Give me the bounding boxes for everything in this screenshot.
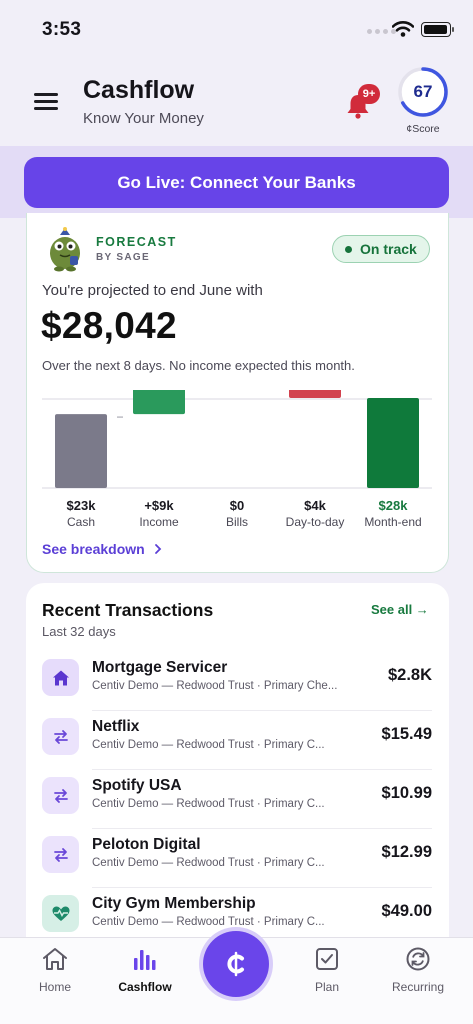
transaction-amount: $15.49 [381, 725, 432, 743]
transaction-name: Peloton Digital [92, 836, 201, 853]
page-title: Cashflow [83, 76, 195, 104]
transaction-amount: $2.8K [387, 666, 432, 684]
transaction-meta: Centiv Demo — Redwood Trust · Primary C.… [92, 739, 325, 751]
transaction-row[interactable]: Spotify USA Centiv Demo — Redwood Trust … [42, 771, 432, 829]
score-label: ¢Score [406, 123, 440, 135]
chevron-right-icon [154, 544, 161, 554]
notification-badge: 9+ [358, 84, 380, 104]
transaction-amount: $49.00 [381, 902, 432, 920]
transaction-meta: Centiv Demo — Redwood Trust · Primary C.… [92, 916, 325, 928]
transaction-meta: Centiv Demo — Redwood Trust · Primary C.… [92, 798, 325, 810]
sage-avatar-icon [50, 227, 80, 272]
transactions-subtitle: Last 32 days [42, 624, 116, 639]
see-all-link[interactable]: See all → [371, 602, 429, 617]
tab-recurring-label: Recurring [391, 980, 445, 994]
tab-plan-label: Plan [314, 980, 340, 994]
transaction-name: Netflix [92, 718, 140, 735]
divider [92, 828, 432, 829]
chart-category-label: Bills [226, 515, 248, 529]
transaction-name: City Gym Membership [92, 895, 256, 912]
checkbox-icon [316, 948, 338, 970]
tab-home-label: Home [38, 980, 71, 994]
status-badge: On track [332, 235, 430, 263]
score-ring[interactable]: 67 [397, 66, 449, 118]
house-icon [42, 659, 79, 696]
tab-cashflow-label: Cashflow [118, 980, 172, 994]
transaction-meta: Centiv Demo — Redwood Trust · Primary C.… [92, 857, 325, 869]
notifications-button[interactable]: 9+ [345, 84, 380, 119]
see-breakdown-label: See breakdown [42, 541, 145, 557]
transaction-amount: $10.99 [381, 784, 432, 802]
chart-category-label: Cash [67, 515, 95, 529]
heartbeat-icon [42, 895, 79, 932]
forecast-title: FORECAST [96, 235, 177, 249]
recurring-arrows-icon [42, 777, 79, 814]
transaction-amount: $12.99 [381, 843, 432, 861]
chart-category-label: Month-end [364, 515, 421, 529]
bar-cash [55, 414, 107, 488]
page-subtitle: Know Your Money [83, 110, 204, 127]
home-icon [43, 948, 67, 970]
cent-icon [227, 951, 244, 977]
center-action-button[interactable] [203, 931, 269, 997]
chart-value-label: $23k [67, 498, 97, 513]
bar-day-to-day [289, 390, 341, 398]
status-bar: 3:53 [0, 0, 473, 56]
chart-category-label: Income [139, 515, 179, 529]
divider [92, 710, 432, 711]
transaction-row[interactable]: Mortgage Servicer Centiv Demo — Redwood … [42, 653, 432, 711]
transaction-row[interactable]: Netflix Centiv Demo — Redwood Trust · Pr… [42, 712, 432, 770]
tab-home[interactable]: Home [15, 946, 95, 1006]
status-time: 3:53 [42, 19, 82, 40]
recurring-arrows-icon [42, 836, 79, 873]
chart-value-label: $0 [230, 498, 244, 513]
score-value: 67 [413, 82, 433, 101]
projection-note: Over the next 8 days. No income expected… [42, 358, 355, 373]
projection-text: You're projected to end June with [42, 282, 263, 299]
chart-value-label: $4k [304, 498, 326, 513]
status-dot-icon [345, 246, 352, 253]
bar-month-end [367, 398, 419, 488]
status-badge-label: On track [360, 241, 417, 257]
forecast-byline: BY SAGE [96, 252, 150, 263]
transaction-row[interactable]: Peloton Digital Centiv Demo — Redwood Tr… [42, 830, 432, 888]
divider [92, 887, 432, 888]
chart-category-label: Day-to-day [286, 515, 345, 529]
transactions-title: Recent Transactions [42, 600, 214, 620]
chart-value-label: $28k [379, 498, 409, 513]
menu-icon[interactable] [34, 93, 58, 111]
projection-amount: $28,042 [41, 305, 177, 346]
chart-value-label: +$9k [144, 498, 174, 513]
transaction-meta: Centiv Demo — Redwood Trust · Primary Ch… [92, 680, 338, 692]
battery-icon [421, 22, 454, 37]
bar-income [133, 390, 185, 415]
waterfall-chart: $23k Cash +$9k Income $0 Bills $4k Day-to-day $2… [42, 390, 432, 529]
tab-recurring[interactable]: Recurring [378, 946, 458, 1006]
see-breakdown-link[interactable]: See breakdown [42, 541, 163, 557]
recurring-arrows-icon [42, 718, 79, 755]
wifi-icon [392, 21, 414, 37]
divider [92, 769, 432, 770]
transaction-name: Spotify USA [92, 777, 182, 794]
bar-chart-icon [134, 950, 156, 970]
go-live-button[interactable]: Go Live: Connect Your Banks [24, 157, 449, 208]
recurring-icon [406, 947, 430, 971]
tab-cashflow[interactable]: Cashflow [105, 946, 185, 1006]
tab-plan[interactable]: Plan [287, 946, 367, 1006]
transaction-name: Mortgage Servicer [92, 659, 228, 676]
